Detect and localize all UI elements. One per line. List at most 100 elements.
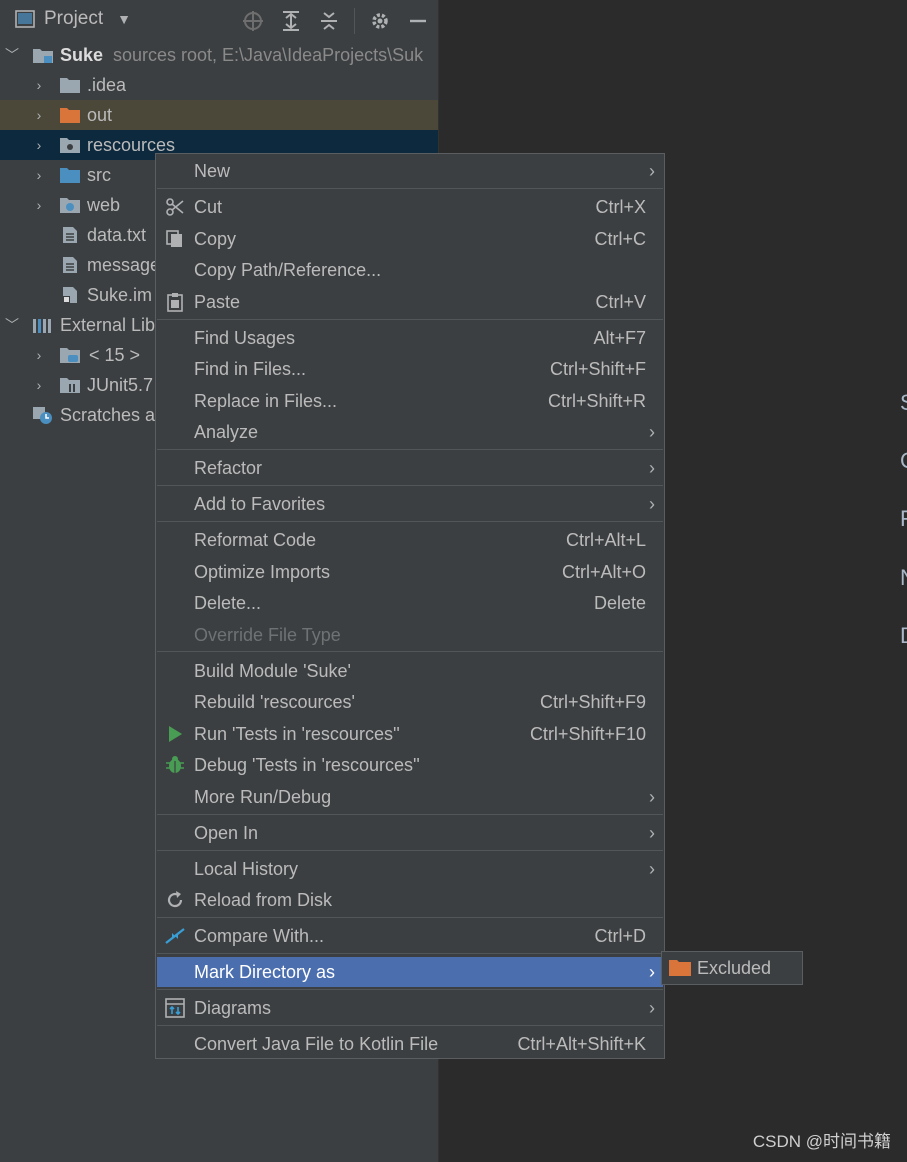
tree-item-suke[interactable]: ﹀ Suke sources root, E:\Java\IdeaProject… <box>0 40 438 70</box>
menu-item-label: Add to Favorites <box>194 493 326 514</box>
run-icon <box>164 723 186 745</box>
chevron-right-icon: › <box>649 160 655 181</box>
menu-item-convert-to-kotlin[interactable]: Convert Java File to Kotlin File Ctrl+Al… <box>157 1029 663 1059</box>
menu-item-new[interactable]: New › <box>157 156 663 186</box>
menu-item-replace-in-files[interactable]: Replace in Files... Ctrl+Shift+R <box>157 386 663 416</box>
gear-icon[interactable] <box>367 9 393 33</box>
menu-separator <box>157 449 663 450</box>
project-panel-header: Project ▼ <box>0 0 438 40</box>
tree-item-label: out <box>87 104 113 125</box>
menu-item-copy-path[interactable]: Copy Path/Reference... <box>157 255 663 285</box>
menu-item-label: Debug 'Tests in 'rescources'' <box>194 754 420 775</box>
tree-item-label: Scratches a <box>60 404 156 425</box>
tree-item-label: data.txt <box>87 224 147 245</box>
menu-item-label: Override File Type <box>194 624 341 645</box>
menu-item-reload-from-disk[interactable]: Reload from Disk <box>157 885 663 915</box>
editor-text-fragment: S <box>900 390 907 416</box>
chevron-right-icon[interactable]: › <box>32 107 46 123</box>
tree-item-label: src <box>87 164 111 185</box>
menu-item-find-usages[interactable]: Find Usages Alt+F7 <box>157 323 663 353</box>
menu-item-cut[interactable]: Cut Ctrl+X <box>157 192 663 222</box>
menu-item-label: Diagrams <box>194 997 272 1018</box>
collapse-all-icon[interactable] <box>316 9 342 33</box>
menu-item-optimize-imports[interactable]: Optimize Imports Ctrl+Alt+O <box>157 557 663 587</box>
menu-item-shortcut: Ctrl+X <box>595 196 646 217</box>
project-view-selector[interactable]: Project ▼ <box>14 8 131 30</box>
tree-item-idea[interactable]: › .idea <box>0 70 438 100</box>
menu-item-more-run-debug[interactable]: More Run/Debug › <box>157 782 663 812</box>
chevron-right-icon: › <box>649 421 655 442</box>
submenu-item-excluded[interactable]: Excluded <box>697 958 771 979</box>
chevron-right-icon: › <box>649 493 655 514</box>
menu-item-diagrams[interactable]: Diagrams › <box>157 993 663 1023</box>
menu-item-debug-tests[interactable]: Debug 'Tests in 'rescources'' <box>157 750 663 780</box>
scissors-icon <box>164 196 186 218</box>
menu-item-paste[interactable]: Paste Ctrl+V <box>157 287 663 317</box>
menu-item-mark-directory-as[interactable]: Mark Directory as › <box>157 957 663 987</box>
menu-item-run-tests[interactable]: Run 'Tests in 'rescources'' Ctrl+Shift+F… <box>157 719 663 749</box>
menu-separator <box>157 814 663 815</box>
excluded-folder-icon <box>669 960 691 976</box>
library-icon <box>33 319 51 333</box>
menu-item-local-history[interactable]: Local History › <box>157 854 663 884</box>
expand-all-icon[interactable] <box>278 9 304 33</box>
menu-separator <box>157 485 663 486</box>
menu-item-open-in[interactable]: Open In › <box>157 818 663 848</box>
menu-item-delete[interactable]: Delete... Delete <box>157 588 663 618</box>
chevron-right-icon: › <box>649 457 655 478</box>
text-file-icon <box>63 257 77 273</box>
menu-item-analyze[interactable]: Analyze › <box>157 417 663 447</box>
clipboard-icon <box>164 291 186 313</box>
menu-item-shortcut: Ctrl+Alt+Shift+K <box>517 1033 646 1054</box>
menu-item-shortcut: Ctrl+C <box>594 228 646 249</box>
copy-icon <box>164 228 186 250</box>
menu-item-refactor[interactable]: Refactor › <box>157 453 663 483</box>
menu-separator <box>157 1025 663 1026</box>
chevron-right-icon[interactable]: › <box>32 197 46 213</box>
menu-item-reformat-code[interactable]: Reformat Code Ctrl+Alt+L <box>157 525 663 555</box>
chevron-down-icon[interactable]: ﹀ <box>5 45 19 65</box>
menu-item-label: Copy <box>194 228 237 249</box>
menu-item-shortcut: Ctrl+Alt+L <box>565 529 646 550</box>
chevron-right-icon[interactable]: › <box>32 347 46 363</box>
menu-item-label: Analyze <box>194 421 259 442</box>
menu-item-override-file-type: Override File Type <box>157 620 663 650</box>
tree-item-label: .idea <box>87 74 127 95</box>
module-folder-icon <box>33 49 53 63</box>
menu-item-compare-with[interactable]: Compare With... Ctrl+D <box>157 921 663 951</box>
project-panel-title: Project <box>44 8 104 29</box>
chevron-down-icon[interactable]: ﹀ <box>5 315 19 335</box>
menu-item-find-in-files[interactable]: Find in Files... Ctrl+Shift+F <box>157 354 663 384</box>
chevron-right-icon: › <box>649 822 655 843</box>
menu-item-build-module[interactable]: Build Module 'Suke' <box>157 656 663 686</box>
menu-item-label: Local History <box>194 858 299 879</box>
debug-bug-icon <box>164 754 186 776</box>
menu-item-label: Rebuild 'rescources' <box>194 691 355 712</box>
menu-item-label: Compare With... <box>194 925 325 946</box>
chevron-right-icon[interactable]: › <box>32 77 46 93</box>
chevron-right-icon[interactable]: › <box>32 167 46 183</box>
menu-item-label: Reload from Disk <box>194 889 333 910</box>
menu-item-shortcut: Alt+F7 <box>593 327 646 348</box>
reload-icon <box>164 889 186 911</box>
resources-folder-icon <box>60 138 80 153</box>
menu-item-shortcut: Ctrl+V <box>595 291 646 312</box>
locate-icon[interactable] <box>240 9 266 33</box>
menu-item-add-to-favorites[interactable]: Add to Favorites › <box>157 489 663 519</box>
tree-item-label: Suke.im <box>87 284 153 305</box>
menu-item-label: Find Usages <box>194 327 296 348</box>
chevron-right-icon[interactable]: › <box>32 137 46 153</box>
menu-item-copy[interactable]: Copy Ctrl+C <box>157 224 663 254</box>
minimize-icon[interactable] <box>405 9 431 33</box>
chevron-right-icon: › <box>649 997 655 1018</box>
editor-text-fragment: N <box>900 565 907 591</box>
menu-item-rebuild[interactable]: Rebuild 'rescources' Ctrl+Shift+F9 <box>157 687 663 717</box>
editor-text-fragment: D <box>900 623 907 649</box>
tree-item-path: sources root, E:\Java\IdeaProjects\Suk <box>113 44 424 65</box>
chevron-right-icon[interactable]: › <box>32 377 46 393</box>
dropdown-icon[interactable]: ▼ <box>117 11 131 27</box>
tree-item-out[interactable]: › out <box>0 100 438 130</box>
diagram-icon <box>164 997 186 1019</box>
menu-item-label: More Run/Debug <box>194 786 332 807</box>
chevron-right-icon: › <box>649 858 655 879</box>
